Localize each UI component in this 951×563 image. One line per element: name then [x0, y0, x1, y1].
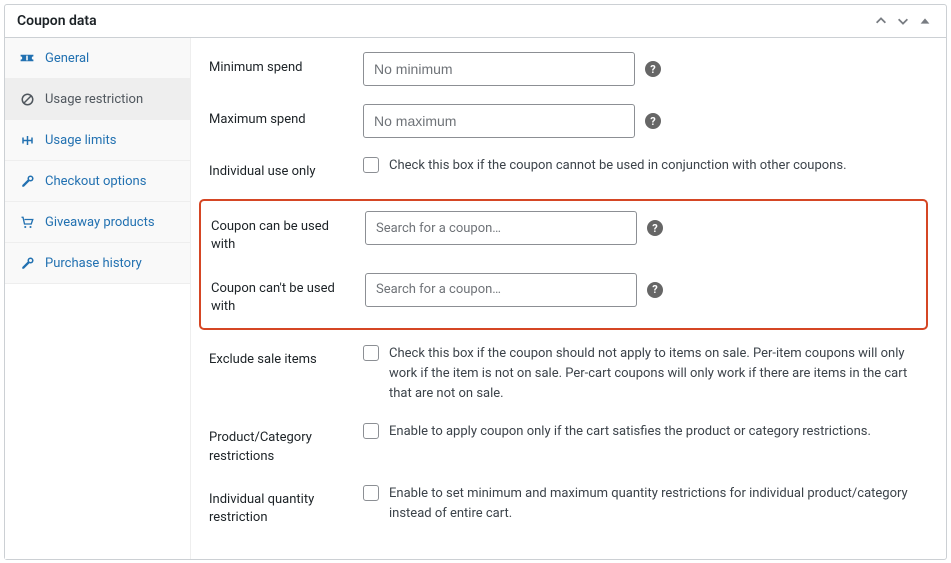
maximum-spend-input[interactable] [363, 104, 635, 138]
limits-icon [19, 132, 35, 148]
help-icon[interactable]: ? [647, 282, 663, 298]
field-individual-use: Individual use only Check this box if th… [209, 156, 928, 181]
move-up-icon[interactable] [872, 14, 890, 28]
panel-header: Coupon data [5, 5, 946, 38]
field-can-be-used-with: Coupon can be used with Search for a cou… [211, 211, 916, 254]
cant-be-used-with-input[interactable]: Search for a coupon… [365, 273, 637, 307]
field-exclude-sale-items: Exclude sale items Check this box if the… [209, 344, 928, 404]
sidebar-item-label: Usage limits [45, 133, 116, 148]
field-label: Individual quantity restriction [209, 484, 353, 527]
field-maximum-spend: Maximum spend ? [209, 104, 928, 138]
move-down-icon[interactable] [894, 14, 912, 28]
field-label: Exclude sale items [209, 344, 353, 369]
placeholder-text: Search for a coupon… [376, 221, 501, 236]
sidebar: General Usage restriction Usage limits C… [5, 38, 191, 559]
checkbox-description: Enable to apply coupon only if the cart … [389, 422, 871, 442]
placeholder-text: Search for a coupon… [376, 282, 501, 297]
sidebar-item-giveaway-products[interactable]: Giveaway products [5, 202, 190, 243]
can-be-used-with-input[interactable]: Search for a coupon… [365, 211, 637, 245]
panel-controls [872, 14, 934, 28]
sidebar-item-checkout-options[interactable]: Checkout options [5, 161, 190, 202]
checkbox-description: Check this box if the coupon cannot be u… [389, 156, 847, 176]
field-label: Maximum spend [209, 104, 353, 129]
panel-body: General Usage restriction Usage limits C… [5, 38, 946, 559]
field-minimum-spend: Minimum spend ? [209, 52, 928, 86]
individual-use-checkbox[interactable] [363, 157, 379, 173]
cart-icon [19, 214, 35, 230]
sidebar-item-usage-restriction[interactable]: Usage restriction [5, 79, 190, 120]
panel-title: Coupon data [17, 13, 97, 29]
coupon-data-panel: Coupon data General [4, 4, 947, 560]
field-product-category-restrictions: Product/Category restrictions Enable to … [209, 422, 928, 465]
sidebar-item-label: Checkout options [45, 174, 146, 189]
collapse-icon[interactable] [916, 14, 934, 28]
highlighted-section: Coupon can be used with Search for a cou… [199, 199, 928, 330]
sidebar-item-label: Giveaway products [45, 215, 155, 230]
wrench-icon [19, 255, 35, 271]
field-label: Product/Category restrictions [209, 422, 353, 465]
sidebar-item-label: Purchase history [45, 256, 142, 271]
block-icon [19, 91, 35, 107]
field-label: Individual use only [209, 156, 353, 181]
sidebar-item-general[interactable]: General [5, 38, 190, 79]
help-icon[interactable]: ? [645, 113, 661, 129]
sidebar-item-label: General [45, 51, 89, 66]
sidebar-item-usage-limits[interactable]: Usage limits [5, 120, 190, 161]
sidebar-item-purchase-history[interactable]: Purchase history [5, 243, 190, 284]
sidebar-item-label: Usage restriction [45, 92, 143, 107]
field-individual-quantity-restriction: Individual quantity restriction Enable t… [209, 484, 928, 527]
field-cant-be-used-with: Coupon can't be used with Search for a c… [211, 273, 916, 316]
field-label: Coupon can be used with [211, 211, 355, 254]
product-category-checkbox[interactable] [363, 423, 379, 439]
content-area: Minimum spend ? Maximum spend ? Individu… [191, 38, 946, 559]
field-label: Coupon can't be used with [211, 273, 355, 316]
field-label: Minimum spend [209, 52, 353, 77]
wrench-icon [19, 173, 35, 189]
ticket-icon [19, 50, 35, 66]
exclude-sale-checkbox[interactable] [363, 345, 379, 361]
help-icon[interactable]: ? [645, 61, 661, 77]
individual-quantity-checkbox[interactable] [363, 485, 379, 501]
help-icon[interactable]: ? [647, 220, 663, 236]
checkbox-description: Enable to set minimum and maximum quanti… [389, 484, 928, 524]
minimum-spend-input[interactable] [363, 52, 635, 86]
checkbox-description: Check this box if the coupon should not … [389, 344, 928, 404]
